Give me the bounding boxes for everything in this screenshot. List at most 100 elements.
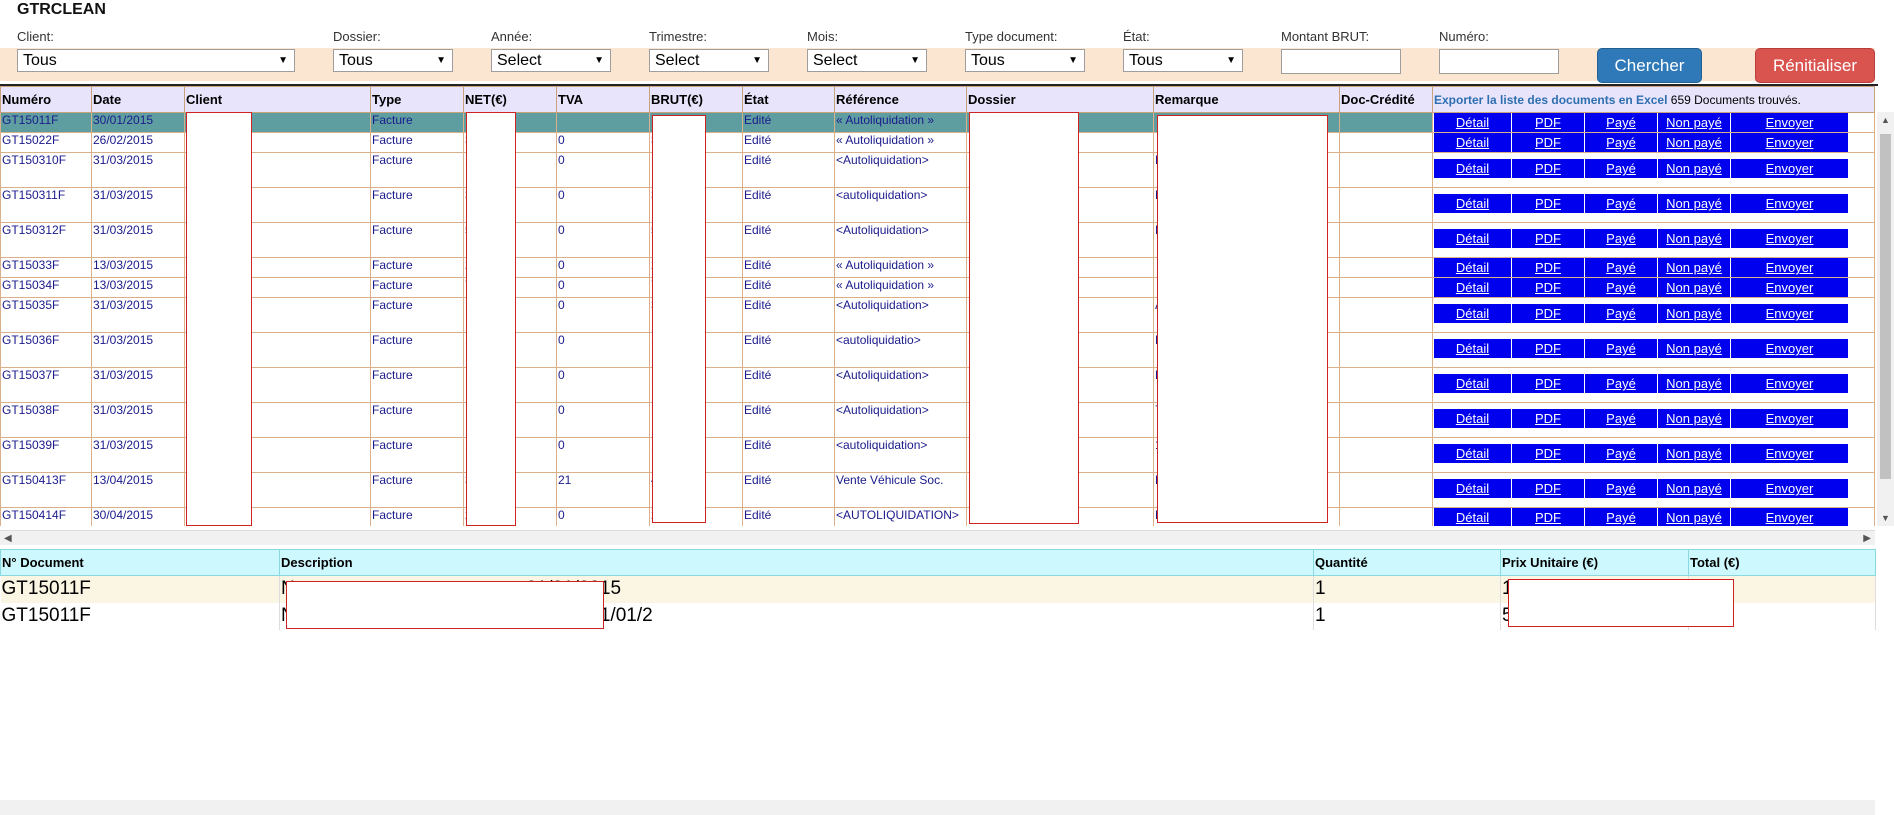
detail-link[interactable]: Détail <box>1434 339 1512 358</box>
col-header-dossier[interactable]: Dossier <box>966 86 1154 113</box>
detail-link[interactable]: Détail <box>1434 133 1512 152</box>
envoyer-link[interactable]: Envoyer <box>1731 304 1849 323</box>
paye-link[interactable]: Payé <box>1585 194 1658 213</box>
envoyer-link[interactable]: Envoyer <box>1731 444 1849 463</box>
table-row[interactable]: GT15011F30/01/2015Facture155,00Edité« Au… <box>0 112 1875 133</box>
col-header-etat[interactable]: État <box>742 86 835 113</box>
detail-link[interactable]: Détail <box>1434 479 1512 498</box>
non-paye-link[interactable]: Non payé <box>1658 304 1731 323</box>
export-excel-link[interactable]: Exporter la liste des documents en Excel <box>1434 93 1667 107</box>
table-row[interactable]: GT15035F31/03/2015MFacture103Edité<Autol… <box>0 297 1875 333</box>
paye-link[interactable]: Payé <box>1585 444 1658 463</box>
pdf-link[interactable]: PDF <box>1512 508 1585 526</box>
paye-link[interactable]: Payé <box>1585 258 1658 277</box>
pdf-link[interactable]: PDF <box>1512 374 1585 393</box>
paye-link[interactable]: Payé <box>1585 133 1658 152</box>
envoyer-link[interactable]: Envoyer <box>1731 133 1849 152</box>
envoyer-link[interactable]: Envoyer <box>1731 479 1849 498</box>
detail-link[interactable]: Détail <box>1434 374 1512 393</box>
pdf-link[interactable]: PDF <box>1512 409 1585 428</box>
envoyer-link[interactable]: Envoyer <box>1731 229 1849 248</box>
pdf-link[interactable]: PDF <box>1512 133 1585 152</box>
col-header-brut[interactable]: BRUT(€) <box>649 86 743 113</box>
col-header-reference[interactable]: Référence <box>834 86 967 113</box>
detail-link[interactable]: Détail <box>1434 258 1512 277</box>
client-select[interactable]: Tous ▼ <box>17 49 295 72</box>
annee-select[interactable]: Select ▼ <box>491 49 611 72</box>
scroll-down-icon[interactable]: ▼ <box>1881 513 1890 523</box>
paye-link[interactable]: Payé <box>1585 479 1658 498</box>
table-row[interactable]: GT15033F13/03/2015MFacture202Edité« Auto… <box>0 257 1875 278</box>
scroll-left-icon[interactable]: ◀ <box>4 531 12 546</box>
detail-link[interactable]: Détail <box>1434 113 1512 132</box>
type-document-select[interactable]: Tous ▼ <box>965 49 1085 72</box>
montant-brut-input[interactable] <box>1281 49 1401 74</box>
table-row[interactable]: GT15034F13/03/2015MFacture707Edité« Auto… <box>0 277 1875 298</box>
numero-input[interactable] <box>1439 49 1559 74</box>
pdf-link[interactable]: PDF <box>1512 113 1585 132</box>
etat-select[interactable]: Tous ▼ <box>1123 49 1243 72</box>
pdf-link[interactable]: PDF <box>1512 479 1585 498</box>
non-paye-link[interactable]: Non payé <box>1658 194 1731 213</box>
detail-link[interactable]: Détail <box>1434 229 1512 248</box>
non-paye-link[interactable]: Non payé <box>1658 339 1731 358</box>
envoyer-link[interactable]: Envoyer <box>1731 194 1849 213</box>
pdf-link[interactable]: PDF <box>1512 194 1585 213</box>
table-row[interactable]: GT15039F31/03/2015MFacture101Edité<autol… <box>0 437 1875 473</box>
non-paye-link[interactable]: Non payé <box>1658 409 1731 428</box>
table-row[interactable]: GT15037F31/03/2015MFacture101Edité<Autol… <box>0 367 1875 403</box>
scroll-up-icon[interactable]: ▲ <box>1881 115 1890 125</box>
detail-link[interactable]: Détail <box>1434 409 1512 428</box>
non-paye-link[interactable]: Non payé <box>1658 374 1731 393</box>
table-row[interactable]: GT150312F31/03/2015MFacture505Edité<Auto… <box>0 222 1875 258</box>
col-header-type[interactable]: Type <box>370 86 464 113</box>
detail-link[interactable]: Détail <box>1434 304 1512 323</box>
detail-vertical-scrollbar[interactable] <box>1877 575 1894 800</box>
non-paye-link[interactable]: Non payé <box>1658 133 1731 152</box>
non-paye-link[interactable]: Non payé <box>1658 508 1731 526</box>
col-header-net[interactable]: NET(€) <box>463 86 557 113</box>
scroll-right-icon[interactable]: ▶ <box>1863 531 1871 546</box>
grid-horizontal-scrollbar[interactable]: ◀ ▶ <box>0 530 1875 545</box>
search-button[interactable]: Chercher <box>1597 48 1702 83</box>
page-horizontal-scrollbar[interactable] <box>0 800 1875 815</box>
non-paye-link[interactable]: Non payé <box>1658 479 1731 498</box>
paye-link[interactable]: Payé <box>1585 409 1658 428</box>
paye-link[interactable]: Payé <box>1585 339 1658 358</box>
trimestre-select[interactable]: Select ▼ <box>649 49 769 72</box>
table-row[interactable]: GT150414F30/04/2015MFacture202Edité<AUTO… <box>0 507 1875 526</box>
grid-vertical-scrollbar[interactable]: ▲ ▼ <box>1877 112 1894 526</box>
detail-link[interactable]: Détail <box>1434 278 1512 297</box>
envoyer-link[interactable]: Envoyer <box>1731 409 1849 428</box>
pdf-link[interactable]: PDF <box>1512 258 1585 277</box>
dossier-select[interactable]: Tous ▼ <box>333 49 453 72</box>
envoyer-link[interactable]: Envoyer <box>1731 508 1849 526</box>
envoyer-link[interactable]: Envoyer <box>1731 258 1849 277</box>
non-paye-link[interactable]: Non payé <box>1658 444 1731 463</box>
paye-link[interactable]: Payé <box>1585 159 1658 178</box>
pdf-link[interactable]: PDF <box>1512 444 1585 463</box>
non-paye-link[interactable]: Non payé <box>1658 159 1731 178</box>
pdf-link[interactable]: PDF <box>1512 304 1585 323</box>
non-paye-link[interactable]: Non payé <box>1658 113 1731 132</box>
col-header-remarque[interactable]: Remarque <box>1153 86 1340 113</box>
non-paye-link[interactable]: Non payé <box>1658 278 1731 297</box>
mois-select[interactable]: Select ▼ <box>807 49 927 72</box>
table-row[interactable]: GT150310F31/03/2015MFacture101Edité<Auto… <box>0 152 1875 188</box>
table-row[interactable]: GT150311F31/03/2015MFacture303Edité<auto… <box>0 187 1875 223</box>
envoyer-link[interactable]: Envoyer <box>1731 159 1849 178</box>
paye-link[interactable]: Payé <box>1585 113 1658 132</box>
pdf-link[interactable]: PDF <box>1512 229 1585 248</box>
detail-link[interactable]: Détail <box>1434 444 1512 463</box>
col-header-doc-credite[interactable]: Doc-Crédité <box>1339 86 1433 113</box>
detail-link[interactable]: Détail <box>1434 508 1512 526</box>
pdf-link[interactable]: PDF <box>1512 339 1585 358</box>
col-header-tva[interactable]: TVA <box>556 86 650 113</box>
non-paye-link[interactable]: Non payé <box>1658 229 1731 248</box>
paye-link[interactable]: Payé <box>1585 278 1658 297</box>
paye-link[interactable]: Payé <box>1585 229 1658 248</box>
envoyer-link[interactable]: Envoyer <box>1731 374 1849 393</box>
envoyer-link[interactable]: Envoyer <box>1731 339 1849 358</box>
pdf-link[interactable]: PDF <box>1512 159 1585 178</box>
table-row[interactable]: GT15022F26/02/2015MFacture303Edité« Auto… <box>0 132 1875 153</box>
